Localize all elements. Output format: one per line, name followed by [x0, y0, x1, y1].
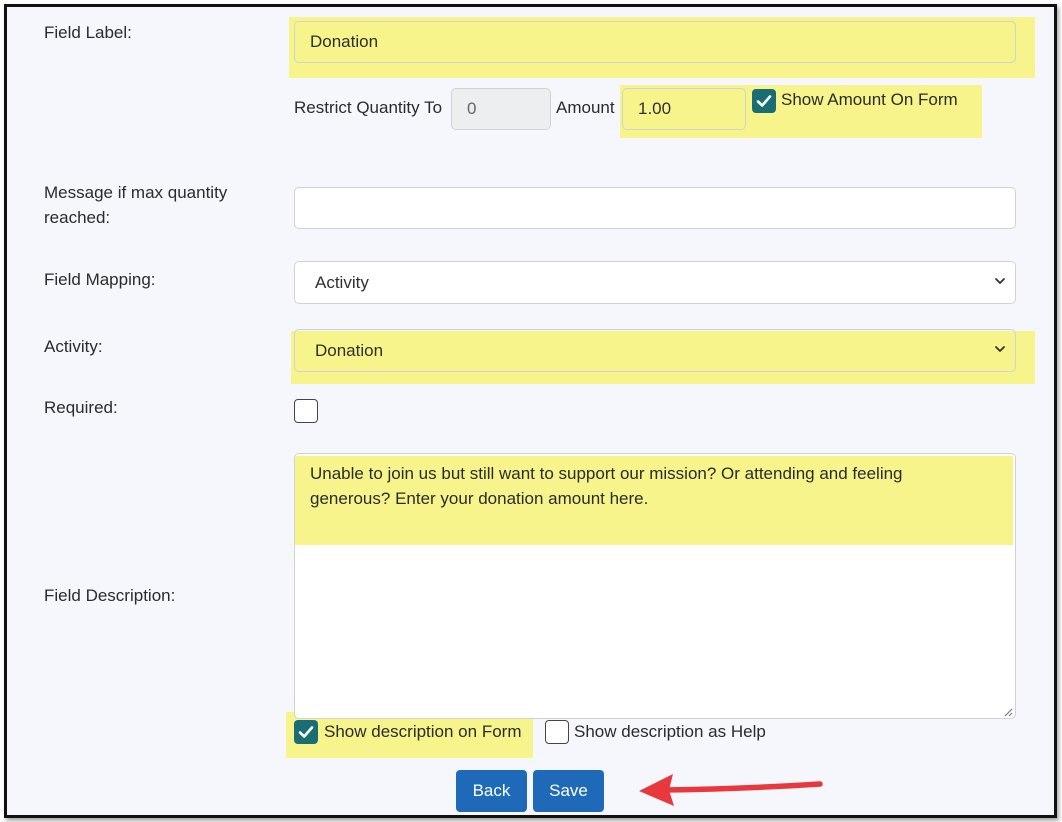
- show-description-form-label: Show description on Form: [324, 722, 522, 741]
- required-checkbox[interactable]: [294, 399, 318, 423]
- check-icon: [298, 726, 314, 738]
- activity-label: Activity:: [44, 337, 103, 356]
- check-icon: [756, 95, 772, 107]
- form-panel: Field Label: Donation Restrict Quantity …: [4, 4, 1057, 818]
- show-amount-checkbox[interactable]: [752, 89, 776, 113]
- chevron-down-icon: [995, 345, 1005, 352]
- max-message-input[interactable]: [294, 187, 1016, 229]
- activity-value: Donation: [315, 340, 384, 360]
- resize-handle-icon[interactable]: [1003, 707, 1013, 717]
- show-description-help-checkbox[interactable]: [545, 720, 569, 744]
- field-description-line2: generous? Enter your donation amount her…: [310, 489, 649, 508]
- amount-input[interactable]: 1.00: [622, 88, 746, 130]
- chevron-down-icon: [995, 277, 1005, 284]
- amount-label: Amount: [556, 98, 615, 117]
- show-amount-label: Show Amount On Form: [781, 90, 958, 109]
- amount-value: 1.00: [638, 99, 672, 118]
- save-button[interactable]: Save: [533, 770, 604, 812]
- field-mapping-value: Activity: [315, 272, 369, 292]
- restrict-quantity-label: Restrict Quantity To: [294, 98, 443, 117]
- field-label-value: Donation: [310, 32, 379, 51]
- field-label-label: Field Label:: [44, 23, 132, 42]
- field-mapping-select[interactable]: Activity: [294, 261, 1016, 304]
- field-mapping-label: Field Mapping:: [44, 270, 156, 289]
- show-description-help-label: Show description as Help: [574, 722, 766, 741]
- field-description-line1: Unable to join us but still want to supp…: [310, 464, 903, 483]
- show-description-form-checkbox[interactable]: [294, 720, 318, 744]
- max-message-label-line2: reached:: [44, 208, 111, 227]
- required-label: Required:: [44, 398, 118, 417]
- activity-select[interactable]: Donation: [294, 329, 1016, 372]
- max-message-label-line1: Message if max quantity: [44, 183, 228, 202]
- field-description-label: Field Description:: [44, 586, 176, 605]
- arrow-left-icon: [639, 774, 823, 806]
- restrict-quantity-input[interactable]: 0: [451, 88, 551, 130]
- restrict-quantity-value: 0: [467, 99, 477, 118]
- bottom-divider: [35, 817, 1015, 818]
- field-label-input[interactable]: Donation: [294, 21, 1016, 63]
- back-button[interactable]: Back: [456, 770, 527, 812]
